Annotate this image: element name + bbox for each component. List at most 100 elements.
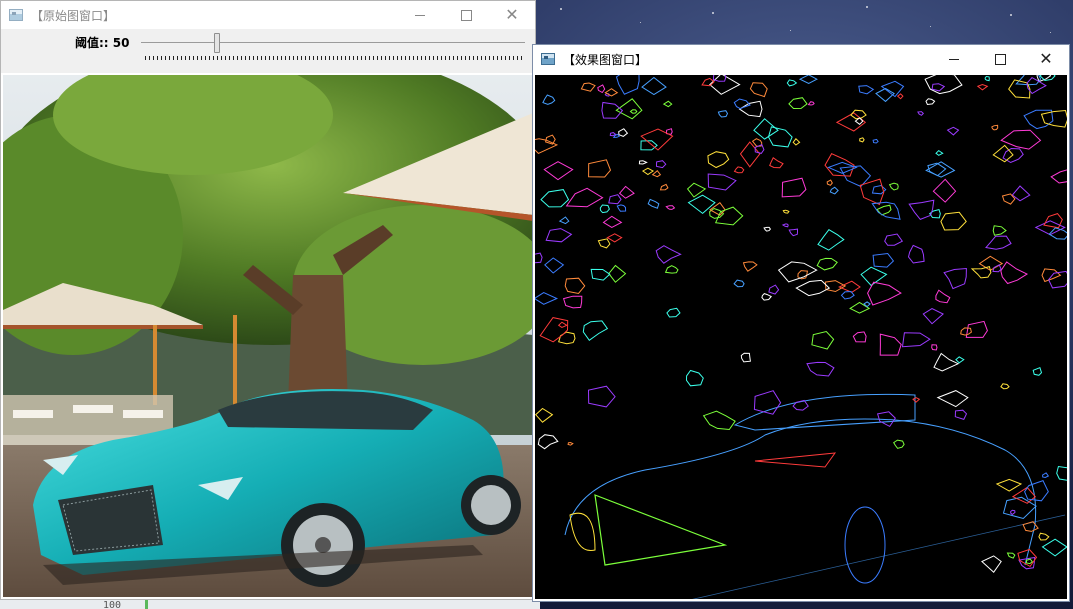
contour-shape xyxy=(901,332,931,348)
close-button[interactable]: ✕ xyxy=(489,1,535,29)
contour-shape xyxy=(629,109,638,114)
contour-shape xyxy=(781,177,807,198)
app-icon xyxy=(9,9,23,21)
contour-shape xyxy=(1024,479,1049,502)
contour-shape xyxy=(931,344,938,351)
contour-shape xyxy=(1050,169,1067,184)
contour-shape xyxy=(888,182,899,191)
close-icon: ✕ xyxy=(1039,49,1053,68)
contour-shape xyxy=(786,79,798,87)
contour-shape xyxy=(557,321,568,328)
contour-shape xyxy=(927,162,947,177)
effect-window[interactable]: 【效果图窗口】 ✕ xyxy=(532,44,1070,602)
contour-shape xyxy=(932,178,957,203)
contour-shape xyxy=(608,264,627,283)
contour-shape xyxy=(590,268,611,281)
contour-shape xyxy=(768,284,780,295)
contour-shape xyxy=(798,75,818,84)
contour-shape xyxy=(960,327,972,336)
contour-shape xyxy=(931,83,946,92)
contour-shape xyxy=(954,409,968,421)
threshold-label: 阈值:: 50 xyxy=(75,36,130,50)
line-number: 100 xyxy=(103,600,122,609)
contour-shape xyxy=(535,292,559,305)
contour-shape xyxy=(761,293,772,301)
contour-shape xyxy=(535,252,543,264)
contour-shape xyxy=(565,187,604,208)
contour-shape xyxy=(662,100,673,108)
contour-shape xyxy=(567,441,574,446)
contour-shape xyxy=(840,290,855,300)
contour-shape xyxy=(545,228,573,243)
effect-titlebar[interactable]: 【效果图窗口】 ✕ xyxy=(533,45,1069,73)
contour-shape xyxy=(659,183,669,191)
contour-shape xyxy=(601,101,624,119)
contour-shape xyxy=(564,277,586,295)
original-window[interactable]: 【原始图窗口】 ✕ 阈值:: 50 xyxy=(0,0,536,600)
contour-drawing xyxy=(535,75,1067,599)
contour-shape xyxy=(985,235,1012,250)
contour-shape xyxy=(935,289,951,304)
contour-shape xyxy=(655,245,682,264)
contour-shape xyxy=(707,151,730,169)
maximize-button[interactable] xyxy=(443,1,489,29)
contour-shape xyxy=(976,83,989,91)
contour-shape xyxy=(875,87,895,103)
contour-shape xyxy=(640,128,674,151)
contour-shape xyxy=(1006,552,1016,559)
contour-shape xyxy=(1038,532,1050,541)
contour-shape xyxy=(782,209,790,214)
contour-shape xyxy=(917,111,925,116)
contour-shape xyxy=(1011,486,1037,504)
contour-shape xyxy=(1048,270,1067,289)
maximize-button[interactable] xyxy=(977,45,1023,73)
window-title: 【原始图窗口】 xyxy=(31,8,116,23)
contour-shape xyxy=(992,225,1007,236)
contour-shape xyxy=(807,101,815,106)
contour-shape xyxy=(806,361,835,377)
contour-shape xyxy=(859,137,865,143)
contour-shape xyxy=(582,320,609,341)
maximize-icon xyxy=(994,53,1006,65)
contour-shape xyxy=(955,356,965,364)
contour-shape xyxy=(539,317,569,343)
close-button[interactable]: ✕ xyxy=(1023,45,1069,73)
contour-shape xyxy=(981,555,1002,573)
contour-shape xyxy=(580,82,596,92)
contour-shape xyxy=(936,390,969,408)
contour-shape xyxy=(1000,129,1042,150)
contour-shape xyxy=(907,244,925,264)
contour-shape xyxy=(922,308,944,325)
contour-shape xyxy=(849,301,871,314)
contour-image xyxy=(535,75,1067,599)
trackbar-thumb[interactable] xyxy=(214,33,221,53)
contour-shape xyxy=(838,280,861,293)
contour-shape xyxy=(740,352,751,363)
contour-shape xyxy=(879,333,902,356)
contour-shape xyxy=(852,331,867,343)
contour-shape xyxy=(749,82,768,98)
minimize-icon xyxy=(415,14,425,16)
original-titlebar[interactable]: 【原始图窗口】 ✕ xyxy=(1,1,535,29)
contour-shape xyxy=(545,134,556,145)
contour-shape xyxy=(943,267,967,290)
contour-shape xyxy=(795,279,831,297)
contour-shape xyxy=(604,88,619,97)
trackbar-groove[interactable] xyxy=(141,42,525,43)
contour-shape xyxy=(1043,213,1063,229)
contour-shape xyxy=(781,223,789,228)
contour-shape xyxy=(562,295,583,309)
contour-shape xyxy=(817,229,845,251)
contour-shape xyxy=(597,84,606,94)
minimize-button[interactable] xyxy=(397,1,443,29)
contour-shape xyxy=(1000,383,1010,390)
contour-shape xyxy=(788,97,808,110)
contour-shape xyxy=(709,75,741,95)
original-image xyxy=(3,75,533,597)
minimize-button[interactable] xyxy=(931,45,977,73)
contour-shape xyxy=(537,434,559,450)
contour-shape xyxy=(647,198,660,209)
contour-shape xyxy=(615,75,640,95)
minimize-icon xyxy=(949,58,959,60)
contour-shape xyxy=(965,320,988,338)
